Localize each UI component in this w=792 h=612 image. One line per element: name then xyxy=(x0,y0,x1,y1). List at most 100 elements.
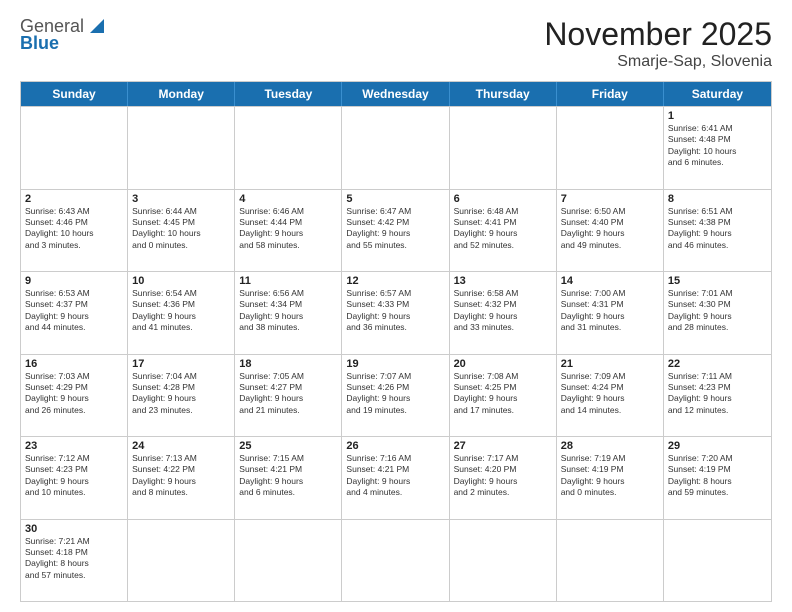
day-info: Sunrise: 7:20 AM Sunset: 4:19 PM Dayligh… xyxy=(668,453,767,499)
day-info: Sunrise: 6:54 AM Sunset: 4:36 PM Dayligh… xyxy=(132,288,230,334)
page: General Blue November 2025 Smarje-Sap, S… xyxy=(0,0,792,612)
day-info: Sunrise: 6:44 AM Sunset: 4:45 PM Dayligh… xyxy=(132,206,230,252)
day-info: Sunrise: 7:15 AM Sunset: 4:21 PM Dayligh… xyxy=(239,453,337,499)
day-number: 18 xyxy=(239,358,337,370)
calendar-day-12: 12Sunrise: 6:57 AM Sunset: 4:33 PM Dayli… xyxy=(342,272,449,354)
calendar-body: 1Sunrise: 6:41 AM Sunset: 4:48 PM Daylig… xyxy=(21,106,771,601)
day-info: Sunrise: 7:05 AM Sunset: 4:27 PM Dayligh… xyxy=(239,371,337,417)
calendar-day-20: 20Sunrise: 7:08 AM Sunset: 4:25 PM Dayli… xyxy=(450,355,557,437)
title-block: November 2025 Smarje-Sap, Slovenia xyxy=(544,16,772,71)
calendar-day-30: 30Sunrise: 7:21 AM Sunset: 4:18 PM Dayli… xyxy=(21,520,128,602)
calendar-day-29: 29Sunrise: 7:20 AM Sunset: 4:19 PM Dayli… xyxy=(664,437,771,519)
day-number: 6 xyxy=(454,193,552,205)
weekday-header-sunday: Sunday xyxy=(21,82,128,106)
logo: General Blue xyxy=(20,16,108,54)
location-subtitle: Smarje-Sap, Slovenia xyxy=(544,53,772,71)
day-info: Sunrise: 7:04 AM Sunset: 4:28 PM Dayligh… xyxy=(132,371,230,417)
logo-blue-text: Blue xyxy=(20,33,59,54)
calendar-day-10: 10Sunrise: 6:54 AM Sunset: 4:36 PM Dayli… xyxy=(128,272,235,354)
day-number: 19 xyxy=(346,358,444,370)
calendar-day-5: 5Sunrise: 6:47 AM Sunset: 4:42 PM Daylig… xyxy=(342,190,449,272)
calendar-day-8: 8Sunrise: 6:51 AM Sunset: 4:38 PM Daylig… xyxy=(664,190,771,272)
calendar-row-5: 30Sunrise: 7:21 AM Sunset: 4:18 PM Dayli… xyxy=(21,519,771,602)
day-info: Sunrise: 7:21 AM Sunset: 4:18 PM Dayligh… xyxy=(25,536,123,582)
day-info: Sunrise: 6:48 AM Sunset: 4:41 PM Dayligh… xyxy=(454,206,552,252)
day-number: 22 xyxy=(668,358,767,370)
day-number: 24 xyxy=(132,440,230,452)
calendar-day-empty xyxy=(450,107,557,189)
day-number: 21 xyxy=(561,358,659,370)
day-number: 20 xyxy=(454,358,552,370)
calendar-day-22: 22Sunrise: 7:11 AM Sunset: 4:23 PM Dayli… xyxy=(664,355,771,437)
weekday-header-friday: Friday xyxy=(557,82,664,106)
day-number: 17 xyxy=(132,358,230,370)
day-info: Sunrise: 7:13 AM Sunset: 4:22 PM Dayligh… xyxy=(132,453,230,499)
calendar-day-11: 11Sunrise: 6:56 AM Sunset: 4:34 PM Dayli… xyxy=(235,272,342,354)
calendar-day-23: 23Sunrise: 7:12 AM Sunset: 4:23 PM Dayli… xyxy=(21,437,128,519)
day-number: 1 xyxy=(668,110,767,122)
day-number: 16 xyxy=(25,358,123,370)
logo-icon xyxy=(86,15,108,37)
calendar-day-9: 9Sunrise: 6:53 AM Sunset: 4:37 PM Daylig… xyxy=(21,272,128,354)
day-info: Sunrise: 6:47 AM Sunset: 4:42 PM Dayligh… xyxy=(346,206,444,252)
calendar-day-21: 21Sunrise: 7:09 AM Sunset: 4:24 PM Dayli… xyxy=(557,355,664,437)
day-number: 4 xyxy=(239,193,337,205)
calendar-day-14: 14Sunrise: 7:00 AM Sunset: 4:31 PM Dayli… xyxy=(557,272,664,354)
calendar-day-15: 15Sunrise: 7:01 AM Sunset: 4:30 PM Dayli… xyxy=(664,272,771,354)
day-info: Sunrise: 7:17 AM Sunset: 4:20 PM Dayligh… xyxy=(454,453,552,499)
day-number: 10 xyxy=(132,275,230,287)
calendar-day-19: 19Sunrise: 7:07 AM Sunset: 4:26 PM Dayli… xyxy=(342,355,449,437)
day-number: 11 xyxy=(239,275,337,287)
day-info: Sunrise: 7:12 AM Sunset: 4:23 PM Dayligh… xyxy=(25,453,123,499)
day-number: 27 xyxy=(454,440,552,452)
calendar-day-27: 27Sunrise: 7:17 AM Sunset: 4:20 PM Dayli… xyxy=(450,437,557,519)
calendar-row-2: 9Sunrise: 6:53 AM Sunset: 4:37 PM Daylig… xyxy=(21,271,771,354)
calendar-day-16: 16Sunrise: 7:03 AM Sunset: 4:29 PM Dayli… xyxy=(21,355,128,437)
calendar-day-empty xyxy=(235,107,342,189)
day-number: 25 xyxy=(239,440,337,452)
weekday-header-monday: Monday xyxy=(128,82,235,106)
day-info: Sunrise: 6:50 AM Sunset: 4:40 PM Dayligh… xyxy=(561,206,659,252)
day-info: Sunrise: 7:11 AM Sunset: 4:23 PM Dayligh… xyxy=(668,371,767,417)
month-year-title: November 2025 xyxy=(544,16,772,53)
calendar-header: SundayMondayTuesdayWednesdayThursdayFrid… xyxy=(21,82,771,106)
calendar-day-24: 24Sunrise: 7:13 AM Sunset: 4:22 PM Dayli… xyxy=(128,437,235,519)
day-info: Sunrise: 6:41 AM Sunset: 4:48 PM Dayligh… xyxy=(668,123,767,169)
day-number: 13 xyxy=(454,275,552,287)
day-info: Sunrise: 6:51 AM Sunset: 4:38 PM Dayligh… xyxy=(668,206,767,252)
day-number: 8 xyxy=(668,193,767,205)
day-info: Sunrise: 7:09 AM Sunset: 4:24 PM Dayligh… xyxy=(561,371,659,417)
day-info: Sunrise: 7:19 AM Sunset: 4:19 PM Dayligh… xyxy=(561,453,659,499)
day-info: Sunrise: 6:53 AM Sunset: 4:37 PM Dayligh… xyxy=(25,288,123,334)
day-number: 23 xyxy=(25,440,123,452)
calendar-day-empty xyxy=(128,107,235,189)
day-number: 7 xyxy=(561,193,659,205)
calendar-row-1: 2Sunrise: 6:43 AM Sunset: 4:46 PM Daylig… xyxy=(21,189,771,272)
calendar-day-26: 26Sunrise: 7:16 AM Sunset: 4:21 PM Dayli… xyxy=(342,437,449,519)
calendar-day-empty xyxy=(342,107,449,189)
calendar-day-17: 17Sunrise: 7:04 AM Sunset: 4:28 PM Dayli… xyxy=(128,355,235,437)
day-info: Sunrise: 6:57 AM Sunset: 4:33 PM Dayligh… xyxy=(346,288,444,334)
calendar-day-empty xyxy=(557,107,664,189)
weekday-header-wednesday: Wednesday xyxy=(342,82,449,106)
day-info: Sunrise: 6:58 AM Sunset: 4:32 PM Dayligh… xyxy=(454,288,552,334)
weekday-header-tuesday: Tuesday xyxy=(235,82,342,106)
calendar-day-empty xyxy=(235,520,342,602)
calendar-day-3: 3Sunrise: 6:44 AM Sunset: 4:45 PM Daylig… xyxy=(128,190,235,272)
calendar-day-6: 6Sunrise: 6:48 AM Sunset: 4:41 PM Daylig… xyxy=(450,190,557,272)
calendar-day-28: 28Sunrise: 7:19 AM Sunset: 4:19 PM Dayli… xyxy=(557,437,664,519)
calendar-day-empty xyxy=(21,107,128,189)
day-info: Sunrise: 7:01 AM Sunset: 4:30 PM Dayligh… xyxy=(668,288,767,334)
calendar-day-empty xyxy=(664,520,771,602)
day-number: 30 xyxy=(25,523,123,535)
header: General Blue November 2025 Smarje-Sap, S… xyxy=(20,16,772,71)
day-info: Sunrise: 7:00 AM Sunset: 4:31 PM Dayligh… xyxy=(561,288,659,334)
calendar-day-empty xyxy=(128,520,235,602)
day-info: Sunrise: 7:16 AM Sunset: 4:21 PM Dayligh… xyxy=(346,453,444,499)
calendar-day-1: 1Sunrise: 6:41 AM Sunset: 4:48 PM Daylig… xyxy=(664,107,771,189)
day-info: Sunrise: 6:46 AM Sunset: 4:44 PM Dayligh… xyxy=(239,206,337,252)
day-info: Sunrise: 7:03 AM Sunset: 4:29 PM Dayligh… xyxy=(25,371,123,417)
calendar-day-18: 18Sunrise: 7:05 AM Sunset: 4:27 PM Dayli… xyxy=(235,355,342,437)
calendar-row-0: 1Sunrise: 6:41 AM Sunset: 4:48 PM Daylig… xyxy=(21,106,771,189)
day-number: 28 xyxy=(561,440,659,452)
